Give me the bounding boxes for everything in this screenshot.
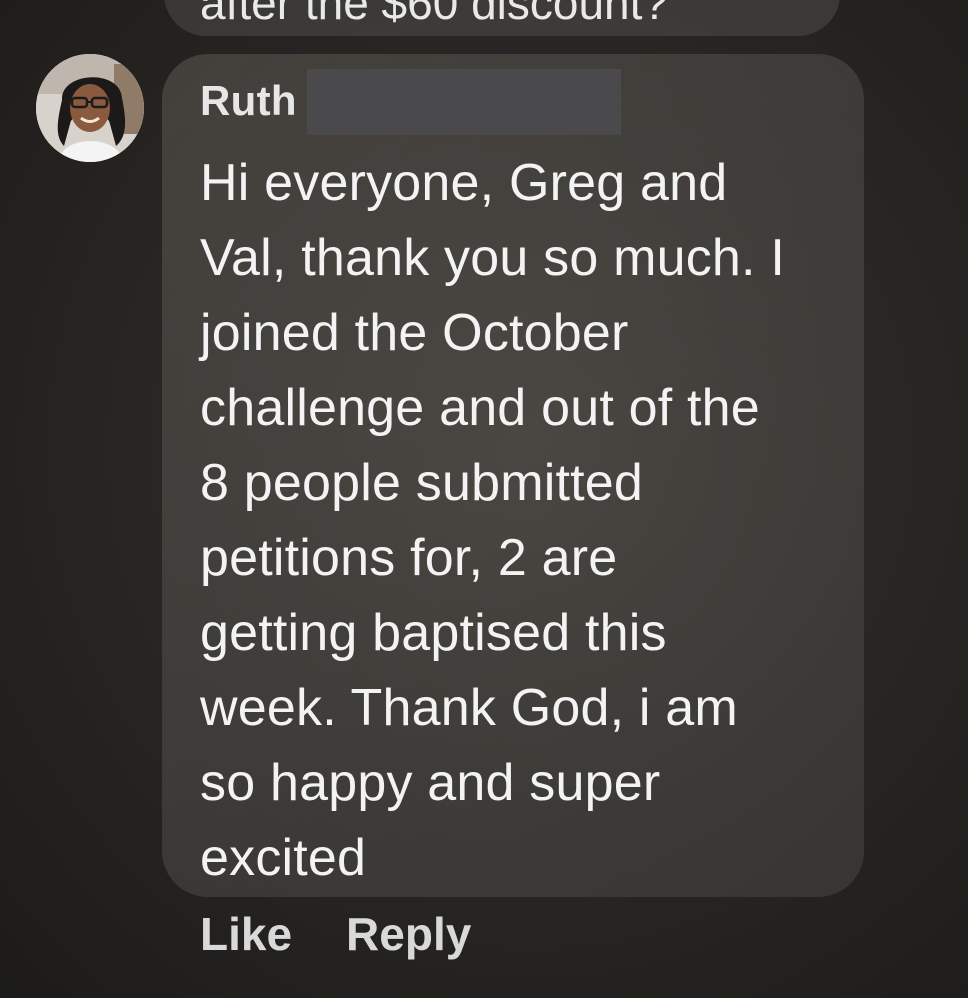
previous-comment-bubble: after the $60 discount? (164, 0, 840, 36)
comment-actions: Like Reply (200, 906, 471, 962)
comment-header: Ruth (200, 69, 621, 135)
like-button[interactable]: Like (200, 906, 292, 962)
comment-bubble: Ruth Hi everyone, Greg and Val, thank yo… (162, 54, 864, 897)
previous-comment-text: after the $60 discount? (200, 0, 668, 29)
author-name[interactable]: Ruth (200, 77, 297, 125)
user-profile-photo-icon (36, 54, 144, 162)
comment-text: Hi everyone, Greg and Val, thank you so … (200, 154, 785, 887)
reply-button[interactable]: Reply (346, 906, 471, 962)
avatar[interactable] (36, 54, 144, 162)
redacted-surname (306, 69, 621, 135)
